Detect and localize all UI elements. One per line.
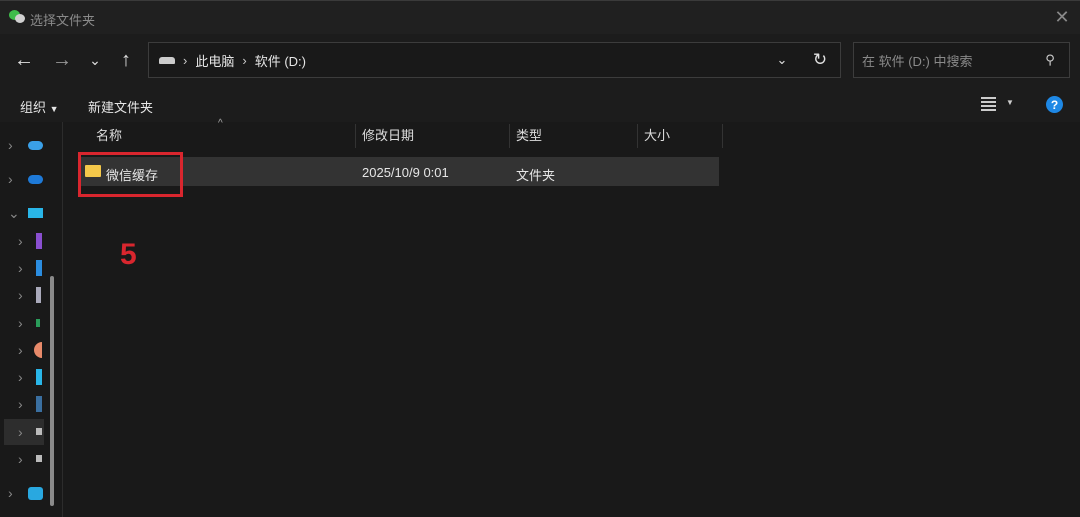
back-button[interactable]: ← [10,46,38,74]
close-button[interactable]: ✕ [1050,5,1074,29]
forward-button[interactable]: → [48,46,76,74]
organize-label: 组织 [20,100,47,115]
tree-item-this-pc[interactable]: ⌄ [8,200,58,226]
tree-item-drive[interactable]: › [18,391,68,417]
address-bar[interactable]: › 此电脑 › 软件 (D:) ⌄ ↻ [148,42,841,78]
drive-icon [36,369,42,385]
tree-item-drive[interactable]: › [18,255,68,281]
view-dropdown-icon[interactable]: ▼ [1006,98,1014,107]
file-type: 文件夹 [516,168,556,183]
cloud-icon [28,140,43,150]
search-icon[interactable]: ⚲ [1040,50,1060,70]
drive-icon [36,396,42,412]
drive-icon [36,319,40,327]
navigation-pane: › › ⌄ › › › › › › › › › › [0,122,63,517]
drive-icon [36,428,42,435]
address-dropdown-chevron-icon[interactable]: ⌄ [771,49,793,71]
tree-item-onedrive-1[interactable]: › [8,132,58,158]
network-icon [28,486,43,500]
tree-item-drive[interactable]: › [18,310,68,336]
search-input[interactable]: 在 软件 (D:) 中搜索 ⚲ [853,42,1070,78]
annotation-step-number: 5 [120,238,137,271]
view-options-icon[interactable] [981,97,996,112]
tree-item-drive[interactable]: › [18,228,68,254]
tree-item-drive-d[interactable]: › [4,419,44,445]
tree-item-drive[interactable]: › [18,282,68,308]
tree-item-drive[interactable]: › [18,337,68,363]
window-title: 选择文件夹 [30,13,96,28]
breadcrumb-this-pc[interactable]: 此电脑 [195,51,234,70]
drive-icon [36,233,42,249]
drive-icon [159,56,175,64]
column-header-name[interactable]: 名称 [90,124,356,148]
tree-item-drive[interactable]: › [18,364,68,390]
refresh-icon[interactable]: ↻ [809,49,831,71]
column-header-size[interactable]: 大小 [638,124,723,148]
recent-locations-chevron-icon[interactable]: ⌄ [84,46,106,74]
computer-icon [28,208,43,218]
drive-icon [34,342,42,358]
command-bar: 组织 ▼ 新建文件夹 ▼ ? [0,88,1080,122]
column-header-date[interactable]: 修改日期 [356,124,510,148]
tree-item-onedrive-2[interactable]: › [8,166,58,192]
search-placeholder: 在 软件 (D:) 中搜索 [862,53,973,69]
drive-icon [36,455,42,462]
breadcrumb-drive-d[interactable]: 软件 (D:) [255,51,306,70]
organize-menu-button[interactable]: 组织 ▼ [20,97,59,116]
cloud-icon [28,174,43,184]
scrollbar[interactable] [50,276,54,506]
file-modified: 2025/10/9 0:01 [362,165,449,180]
tree-item-drive[interactable]: › [18,446,68,472]
drive-icon [36,260,42,276]
new-folder-button[interactable]: 新建文件夹 [88,97,153,116]
annotation-highlight-box [78,152,183,197]
wechat-icon [9,10,25,24]
help-icon[interactable]: ? [1046,96,1063,113]
title-bar: 选择文件夹 ✕ [0,0,1080,35]
drive-icon [36,287,41,303]
column-header-type[interactable]: 类型 [510,124,638,148]
up-button[interactable]: ↑ [112,46,140,74]
